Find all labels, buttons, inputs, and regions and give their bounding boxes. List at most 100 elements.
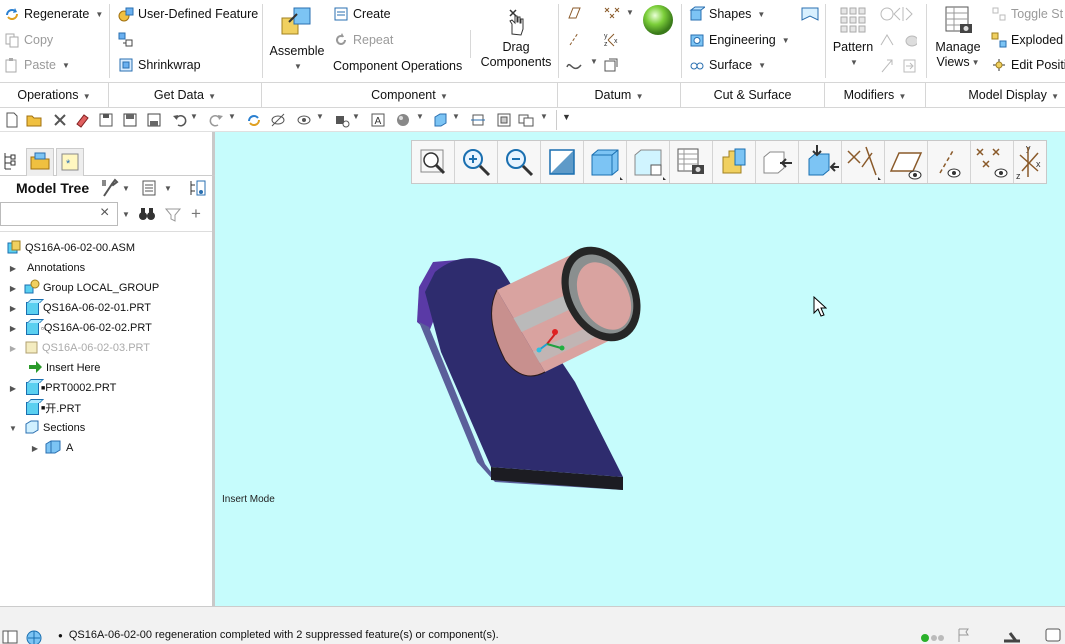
chevron-down-icon[interactable]: ▼ [782,36,790,45]
model-display-group-button[interactable]: Model Display ▼ [926,83,1065,107]
save-as-icon[interactable] [146,112,162,128]
manage-views-button[interactable]: Manage Views ▼ [930,4,986,70]
assembly-model[interactable] [405,232,665,502]
redo-icon[interactable] [208,112,224,128]
chevron-down-icon[interactable]: ▼ [190,112,206,128]
tree-item-root-assembly[interactable]: QS16A-06-02-00.ASM [6,238,135,258]
customize-toolbar-icon[interactable]: ▼ [562,112,578,128]
plane-icon[interactable] [566,5,582,24]
expand-arrow-icon[interactable]: ▶ [8,284,18,293]
chevron-down-icon[interactable]: ▼ [294,59,302,74]
surface-button[interactable]: Surface ▼ [689,57,766,73]
selection-filter-icon[interactable] [1000,629,1030,644]
user-defined-feature-button[interactable]: User-Defined Feature [118,6,258,22]
csys-visibility-button[interactable]: yzx [1014,141,1046,183]
toggle-status-button[interactable]: Toggle St [991,6,1063,22]
repeat-button[interactable]: Repeat [333,32,393,48]
engineering-button[interactable]: Engineering ▼ [689,32,790,48]
chevron-down-icon[interactable]: ▼ [972,55,980,70]
erase-icon[interactable] [74,112,90,128]
chevron-down-icon[interactable]: ▼ [62,61,70,70]
chevron-down-icon[interactable]: ▼ [352,112,368,128]
binoculars-icon[interactable] [138,206,156,225]
shrinkwrap-button[interactable]: Shrinkwrap [118,57,201,73]
filter-icon[interactable] [164,207,182,226]
visibility-eye-icon[interactable] [296,112,312,128]
tree-item-part[interactable]: ■ 开.PRT [8,398,81,418]
expand-arrow-icon[interactable]: ▶ [8,324,18,333]
chevron-down-icon[interactable]: ▼ [416,112,432,128]
regenerate-button[interactable]: Regenerate ▼ [4,6,103,22]
show-list-icon[interactable] [141,179,159,200]
expand-arrow-icon[interactable]: ▶ [8,304,18,313]
model-tree-tab[interactable] [2,150,22,176]
zoom-out-button[interactable] [498,141,541,183]
chevron-down-icon[interactable]: ▼ [626,8,634,17]
navigator-toggle-icon[interactable] [2,629,20,644]
tree-item-section-a[interactable]: ▶ A [30,438,73,458]
expand-arrow-icon[interactable]: ▶ [30,444,40,453]
display-style-button[interactable] [627,141,670,183]
tree-item-part[interactable]: ▶ ■ PRT0002.PRT [8,378,116,398]
display-style-icon[interactable] [334,112,350,128]
repaint-button[interactable] [541,141,584,183]
cut-surface-group-button[interactable]: Cut & Surface [681,83,825,107]
shapes-button[interactable]: Shapes ▼ [689,6,765,22]
open-folder-icon[interactable] [26,112,42,128]
chevron-down-icon[interactable]: ▼ [95,10,103,19]
expand-arrow-icon[interactable]: ▶ [8,384,18,393]
chevron-down-icon[interactable]: ▼ [757,10,765,19]
view-manager-button[interactable] [670,141,713,183]
hide-icon[interactable] [270,112,286,128]
paste-button[interactable]: Paste ▼ [4,57,70,73]
shading-sphere-icon[interactable] [395,112,411,128]
tree-columns-icon[interactable] [187,178,207,201]
assemble-button[interactable]: Assemble ▼ [268,4,326,74]
chevron-down-icon[interactable]: ▼ [122,210,130,219]
datum-group-button[interactable]: Datum ▼ [558,83,681,107]
axis-icon[interactable] [566,31,582,50]
edit-position-button[interactable]: Edit Positi [991,57,1065,73]
chevron-down-icon[interactable]: ▼ [452,112,468,128]
folder-browser-tab[interactable] [26,148,54,176]
save-copy-icon[interactable] [98,112,114,128]
zoom-in-button[interactable] [455,141,498,183]
refit-button[interactable] [412,141,455,183]
tree-item-sections[interactable]: ▼ Sections [8,418,85,438]
project-icon[interactable] [879,57,917,78]
tree-item-annotations[interactable]: ▶ Annotations [8,258,85,278]
flag-icon[interactable] [956,627,972,644]
favorites-tab[interactable]: * [56,148,84,176]
plane-display-button[interactable] [885,141,928,183]
graphics-viewport[interactable]: yzx Insert Mode [215,132,1065,606]
mirror-icon[interactable] [879,5,917,26]
windows-icon[interactable] [496,112,512,128]
chevron-down-icon[interactable]: ▼ [122,184,130,193]
point-visibility-button[interactable] [971,141,1014,183]
annotation-icon[interactable]: A [370,112,386,128]
perspective-view-button[interactable] [713,141,756,183]
reorient-icon[interactable] [470,112,486,128]
expand-arrow-icon[interactable]: ▶ [8,264,18,273]
saved-orientations-button[interactable] [584,141,627,183]
datum-axis-display-button[interactable] [842,141,885,183]
window-switch-icon[interactable] [518,112,534,128]
get-data-small-button[interactable] [118,32,134,48]
chevron-down-icon[interactable]: ▼ [540,112,556,128]
chevron-down-icon[interactable]: ▼ [164,184,172,193]
tree-item-insert-here[interactable]: Insert Here [28,358,100,378]
section-view-button[interactable] [756,141,799,183]
point-icon[interactable] [603,5,623,24]
clear-search-icon[interactable]: × [100,204,109,222]
annotation-display-button[interactable] [799,141,842,183]
chevron-down-icon[interactable]: ▼ [758,61,766,70]
undo-icon[interactable] [172,112,188,128]
drag-components-button[interactable]: Drag Components [478,4,554,70]
browser-toggle-icon[interactable] [24,629,44,644]
modifiers-group-button[interactable]: Modifiers ▼ [825,83,926,107]
axis-visibility-button[interactable] [928,141,971,183]
chevron-down-icon[interactable]: ▼ [228,112,244,128]
extend-icon[interactable] [879,31,919,52]
regenerate-quick-icon[interactable] [246,112,262,128]
exploded-view-button[interactable]: Exploded [991,32,1063,48]
